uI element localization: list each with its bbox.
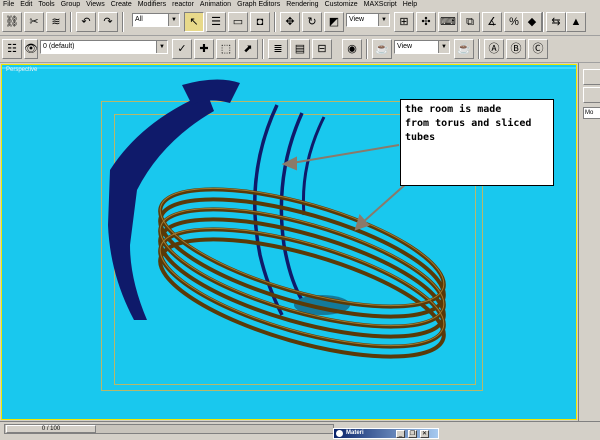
reactor-a-icon[interactable]: Ⓐ xyxy=(484,39,504,59)
named-selection-icon[interactable]: ≣ xyxy=(268,39,288,59)
toolbar-separator xyxy=(366,39,368,59)
track-view-icon[interactable]: ▤ xyxy=(290,39,310,59)
visibility-icon[interactable]: 👁 xyxy=(24,39,38,59)
reactor-c-icon[interactable]: Ⓒ xyxy=(528,39,548,59)
modify-tab[interactable] xyxy=(583,87,600,103)
set-current-layer-icon[interactable]: ⬈ xyxy=(238,39,258,59)
reactor-b-icon[interactable]: Ⓑ xyxy=(506,39,526,59)
menu-item-help[interactable]: Help xyxy=(400,0,420,9)
chevron-down-icon: ▼ xyxy=(438,41,449,53)
toolbar-separator xyxy=(122,12,124,32)
snap-toggle-icon[interactable]: ⧉ xyxy=(460,12,480,32)
annotation-callout: the room is made from torus and sliced t… xyxy=(400,99,554,186)
quick-render-icon[interactable]: ☕ xyxy=(454,39,474,59)
layer-manager-icon[interactable]: ☷ xyxy=(2,39,22,59)
select-manipulate-icon[interactable]: ✣ xyxy=(416,12,436,32)
time-slider-thumb[interactable]: 0 / 100 xyxy=(6,425,96,433)
create-layer-icon[interactable]: ✓ xyxy=(172,39,192,59)
frame-counter: 0 / 100 xyxy=(41,426,61,432)
toolbar-separator xyxy=(262,39,264,59)
layer-name: 0 (default) xyxy=(43,43,75,50)
sliced-tube-arc-3 xyxy=(301,116,326,216)
unlink-icon[interactable]: ✂ xyxy=(24,12,44,32)
minimize-button[interactable]: _ xyxy=(396,430,405,438)
menu-item-rendering[interactable]: Rendering xyxy=(283,0,321,9)
material-sphere-icon xyxy=(336,430,343,437)
material-editor-minimized[interactable]: Materi _ ❐ ✕ xyxy=(333,428,439,439)
spinner-snap-icon[interactable]: ◆ xyxy=(522,12,542,32)
selection-filter-dropdown[interactable]: All ▼ xyxy=(132,13,180,27)
chevron-down-icon: ▼ xyxy=(168,14,179,26)
align-icon[interactable]: ▲ xyxy=(566,12,586,32)
menu-item-reactor[interactable]: reactor xyxy=(169,0,197,9)
menu-item-group[interactable]: Group xyxy=(58,0,83,9)
menu-item-file[interactable]: File xyxy=(0,0,17,9)
selection-filter-value: All xyxy=(135,16,143,23)
window-crossing-icon[interactable]: ◘ xyxy=(250,12,270,32)
pivot-center-icon[interactable]: ⊞ xyxy=(394,12,414,32)
chevron-down-icon: ▼ xyxy=(378,14,389,26)
menu-item-tools[interactable]: Tools xyxy=(35,0,57,9)
move-icon[interactable]: ✥ xyxy=(280,12,300,32)
menu-item-animation[interactable]: Animation xyxy=(197,0,234,9)
mini-window-title: Materi xyxy=(346,430,364,436)
sliced-tube-wall-upper xyxy=(182,79,240,105)
toolbar-separator xyxy=(274,12,276,32)
add-to-layer-icon[interactable]: ✚ xyxy=(194,39,214,59)
layer-dropdown[interactable]: 0 (default) ▼ xyxy=(40,40,168,54)
rectangular-selection-icon[interactable]: ▭ xyxy=(228,12,248,32)
keyboard-shortcut-icon[interactable]: ⌨ xyxy=(438,12,458,32)
rotate-icon[interactable]: ↻ xyxy=(302,12,322,32)
select-in-layer-icon[interactable]: ⬚ xyxy=(216,39,236,59)
material-editor-icon[interactable]: ◉ xyxy=(342,39,362,59)
restore-button[interactable]: ❐ xyxy=(408,430,417,438)
menu-item-views[interactable]: Views xyxy=(83,0,108,9)
modifier-list-field[interactable]: Mo xyxy=(583,107,600,119)
layer-toolbar: ☷ 👁 0 (default) ▼ ✓ ✚ ⬚ ⬈ ≣ ▤ ⊟ ◉ ☕ View… xyxy=(0,36,600,63)
percent-snap-icon[interactable]: % xyxy=(504,12,524,32)
toolbar-separator xyxy=(478,39,480,59)
select-object-icon[interactable]: ↖ xyxy=(184,12,204,32)
select-by-name-icon[interactable]: ☰ xyxy=(206,12,226,32)
main-toolbar: ⛓ ✂ ≋ ↶ ↷ All ▼ ↖ ☰ ▭ ◘ ✥ ↻ ◩ View ▼ ⊞ ✣… xyxy=(0,9,600,36)
render-view-value: View xyxy=(397,43,413,50)
toolbar-separator xyxy=(542,12,544,32)
chevron-down-icon: ▼ xyxy=(156,41,167,53)
schematic-view-icon[interactable]: ⊟ xyxy=(312,39,332,59)
close-button[interactable]: ✕ xyxy=(420,430,429,438)
render-view-dropdown[interactable]: View ▼ xyxy=(394,40,450,54)
undo-icon[interactable]: ↶ xyxy=(76,12,96,32)
menu-item-maxscript[interactable]: MAXScript xyxy=(361,0,400,9)
perspective-viewport[interactable]: Perspective the room is made from torus … xyxy=(1,64,577,420)
render-scene-icon[interactable]: ☕ xyxy=(372,39,392,59)
reference-coordinate-value: View xyxy=(349,16,365,23)
reference-coordinate-dropdown[interactable]: View ▼ xyxy=(346,13,390,27)
menu-item-customize[interactable]: Customize xyxy=(322,0,361,9)
time-slider[interactable]: 0 / 100 xyxy=(4,424,334,434)
mirror-icon[interactable]: ⇆ xyxy=(546,12,566,32)
modifier-field-label: Mo xyxy=(585,110,594,116)
command-panel: Mo xyxy=(578,63,600,421)
angle-snap-icon[interactable]: ∡ xyxy=(482,12,502,32)
toolbar-separator xyxy=(70,12,72,32)
menu-item-graph-editors[interactable]: Graph Editors xyxy=(234,0,283,9)
menu-item-edit[interactable]: Edit xyxy=(17,0,35,9)
annotation-text: the room is made from torus and sliced t… xyxy=(405,104,532,143)
scale-icon[interactable]: ◩ xyxy=(324,12,344,32)
redo-icon[interactable]: ↷ xyxy=(98,12,118,32)
bind-space-warp-icon[interactable]: ≋ xyxy=(46,12,66,32)
menu-bar: File Edit Tools Group Views Create Modifiers re… xyxy=(0,0,600,9)
time-bar: 0 / 100 xyxy=(0,421,600,440)
create-tab[interactable] xyxy=(583,69,600,85)
menu-item-modifiers[interactable]: Modifiers xyxy=(135,0,169,9)
select-link-icon[interactable]: ⛓ xyxy=(2,12,22,32)
menu-item-create[interactable]: Create xyxy=(108,0,135,9)
